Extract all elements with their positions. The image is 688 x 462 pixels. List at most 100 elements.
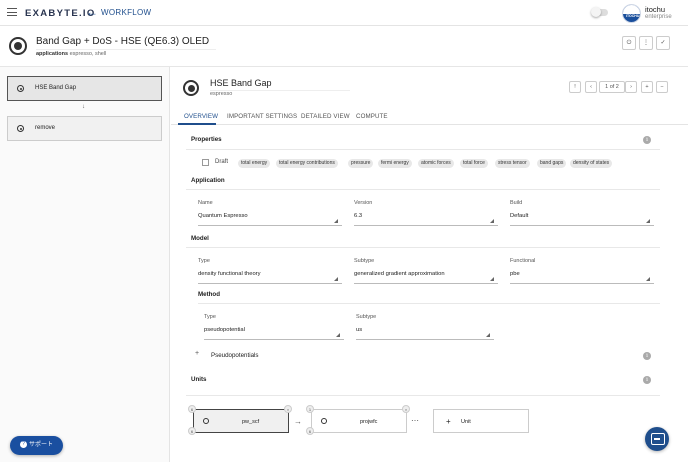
divider <box>186 189 660 190</box>
property-chip[interactable]: fermi energy <box>378 159 412 168</box>
properties-heading: Properties <box>191 136 222 143</box>
unit-title[interactable]: HSE Band Gap <box>210 78 350 91</box>
unit-card-remove[interactable]: remove <box>7 116 162 141</box>
unit-icon <box>203 418 209 424</box>
avatar-text: ITOCHU <box>626 14 640 18</box>
user-name[interactable]: itochu <box>645 5 665 14</box>
dropdown-icon[interactable] <box>646 219 650 223</box>
flow-badge: 6 <box>306 427 314 435</box>
prev-button[interactable]: ‹ <box>585 81 597 93</box>
theme-toggle[interactable] <box>591 7 608 17</box>
dropdown-icon[interactable] <box>336 333 340 337</box>
dropdown-icon[interactable] <box>486 333 490 337</box>
units-heading: Units <box>191 376 207 383</box>
tab-important-settings[interactable]: IMPORTANT SETTINGS <box>227 113 297 120</box>
method-type-select[interactable]: pseudopotential <box>204 327 245 333</box>
application-heading: Application <box>191 177 225 184</box>
breadcrumb[interactable]: WORKFLOW <box>101 8 151 17</box>
next-button[interactable]: › <box>625 81 637 93</box>
more-dots-icon[interactable]: ⋯ <box>411 416 419 425</box>
avatar[interactable]: ITOCHU <box>622 4 641 23</box>
app-build-label: Build <box>510 200 523 206</box>
property-chip[interactable]: stress tensor <box>495 159 530 168</box>
more-button[interactable]: ⋮ <box>639 36 653 50</box>
property-chip[interactable]: pressure <box>348 159 374 168</box>
workflow-title[interactable]: Band Gap + DoS - HSE (QE6.3) OLED <box>36 36 216 50</box>
dropdown-icon[interactable] <box>490 219 494 223</box>
close-icon[interactable]: × <box>402 405 410 413</box>
pseudopotentials-label[interactable]: Pseudopotentials <box>211 352 258 359</box>
method-subtype-label: Subtype <box>356 314 377 320</box>
tab-overview[interactable]: OVERVIEW <box>184 113 218 120</box>
unit-detail: HSE Band Gap espresso ! ‹ 1 of 2 › + − O… <box>171 67 688 462</box>
dropdown-icon[interactable] <box>646 277 650 281</box>
workflow-subtitle: applications espresso, shell <box>36 51 106 57</box>
tab-bar: OVERVIEW IMPORTANT SETTINGS DETAILED VIE… <box>171 108 688 125</box>
remove-unit-button[interactable]: − <box>656 81 668 93</box>
property-chip[interactable]: density of states <box>570 159 613 168</box>
unit-detail-icon <box>183 80 199 96</box>
app-name-select[interactable]: Quantum Espresso <box>198 213 248 219</box>
menu-icon[interactable] <box>7 8 17 16</box>
unit-card-hse-band-gap[interactable]: HSE Band Gap <box>7 76 162 101</box>
draft-label: Draft <box>215 159 229 165</box>
info-button[interactable]: ! <box>569 81 581 93</box>
confirm-button[interactable]: ✓ <box>656 36 670 50</box>
model-type-label: Type <box>198 258 210 264</box>
dropdown-icon[interactable] <box>334 219 338 223</box>
dropdown-icon[interactable] <box>490 277 494 281</box>
flow-badge: 6 <box>188 405 196 413</box>
model-functional-select[interactable]: pbe <box>510 271 520 277</box>
unit-label: remove <box>35 125 56 131</box>
close-icon[interactable]: × <box>284 405 292 413</box>
property-chip[interactable]: total energy contributions <box>276 159 338 168</box>
draft-checkbox[interactable] <box>202 159 209 166</box>
workflow-sub-label: applications <box>36 51 69 57</box>
property-chip[interactable]: total force <box>460 159 488 168</box>
flow-arrow-icon: → <box>294 417 302 426</box>
method-subtype-select[interactable]: us <box>356 327 362 333</box>
support-button[interactable]: ? サポート <box>10 436 63 455</box>
flow-unit-pw-scf[interactable]: pw_scf <box>193 409 289 433</box>
model-type-select[interactable]: density functional theory <box>198 271 261 277</box>
model-subtype-select[interactable]: generalized gradient approximation <box>354 271 445 277</box>
app-version-label: Version <box>354 200 373 206</box>
model-heading: Model <box>191 235 209 242</box>
flow-down-arrow-icon: ↓ <box>82 104 85 110</box>
flow-unit-label: projwfc <box>360 419 378 425</box>
expand-plus-icon[interactable]: + <box>195 350 199 357</box>
property-chip[interactable]: total energy <box>238 159 271 168</box>
app-version-select[interactable]: 6.3 <box>354 213 362 219</box>
divider <box>186 395 660 396</box>
property-chip[interactable]: band gaps <box>537 159 567 168</box>
properties-info-icon[interactable]: i <box>643 136 651 144</box>
unit-subtitle: espresso <box>210 91 233 97</box>
pseudopotentials-info-icon[interactable]: i <box>643 352 651 360</box>
add-unit-label: Unit <box>461 419 471 425</box>
toggle-knob <box>591 7 601 17</box>
power-button[interactable]: ⏻ <box>622 36 636 50</box>
workflow-sub-value: espresso, shell <box>69 51 107 57</box>
add-flow-unit-button[interactable]: + Unit <box>433 409 529 433</box>
add-unit-button[interactable]: + <box>641 81 653 93</box>
tab-detailed-view[interactable]: DETAILED VIEW <box>301 113 350 120</box>
back-arrow-icon[interactable]: ← <box>86 5 98 19</box>
app-logo[interactable]: EXABYTE.IO <box>25 8 96 19</box>
tab-compute[interactable]: COMPUTE <box>356 113 388 120</box>
units-info-icon[interactable]: i <box>643 376 651 384</box>
workflow-icon <box>9 37 27 55</box>
unit-label: HSE Band Gap <box>35 85 77 91</box>
flow-badge: 1 <box>306 405 314 413</box>
chat-icon[interactable] <box>645 427 669 451</box>
select-underline <box>510 283 654 284</box>
user-org: enterprise <box>645 14 672 20</box>
app-name-label: Name <box>198 200 213 206</box>
select-underline <box>354 283 498 284</box>
unit-icon <box>17 85 24 92</box>
unit-list-pane: HSE Band Gap ↓ remove <box>0 67 170 462</box>
dropdown-icon[interactable] <box>334 277 338 281</box>
app-build-select[interactable]: Default <box>510 213 528 219</box>
divider <box>186 247 660 248</box>
property-chip[interactable]: atomic forces <box>418 159 454 168</box>
flow-unit-projwfc[interactable]: projwfc <box>311 409 407 433</box>
